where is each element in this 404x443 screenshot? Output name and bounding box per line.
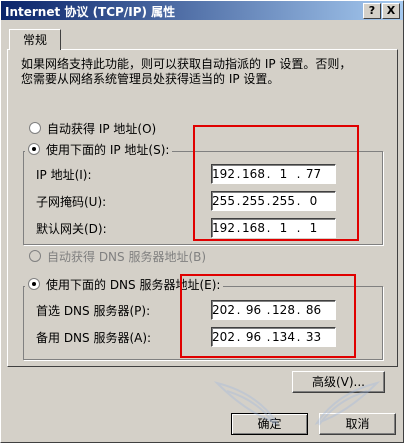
default-gateway-label: 默认网关(D):	[36, 222, 107, 236]
intro-text: 如果网络支持此功能，则可以获取自动指派的 IP 设置。否则， 您需要从网络系统管…	[21, 57, 381, 87]
ok-button[interactable]: 确定	[231, 413, 308, 435]
highlight-box-dns	[180, 274, 356, 358]
help-button[interactable]: ?	[363, 3, 381, 19]
title-bar[interactable]: Internet 协议 (TCP/IP) 属性 ? X	[1, 1, 403, 20]
radio-icon	[29, 250, 41, 262]
cancel-button[interactable]: 取消	[319, 413, 396, 435]
radio-checked-icon	[28, 143, 40, 155]
intro-line-2: 您需要从网络系统管理员处获得适当的 IP 设置。	[21, 72, 280, 86]
auto-dns-label: 自动获得 DNS 服务器地址(B)	[47, 250, 207, 264]
tcpip-properties-dialog: Internet 协议 (TCP/IP) 属性 ? X 常规 如果网络支持此功能…	[0, 0, 404, 443]
tab-general[interactable]: 常规	[9, 29, 61, 50]
window-title: Internet 协议 (TCP/IP) 属性	[5, 5, 176, 19]
radio-icon	[29, 122, 41, 134]
ip-address-label: IP 地址(I):	[36, 168, 92, 182]
alternate-dns-label: 备用 DNS 服务器(A):	[36, 331, 152, 345]
close-button[interactable]: X	[382, 3, 400, 19]
intro-line-1: 如果网络支持此功能，则可以获取自动指派的 IP 设置。否则，	[21, 57, 352, 71]
manual-ip-radio[interactable]: 使用下面的 IP 地址(S):	[25, 142, 173, 158]
auto-ip-radio[interactable]: 自动获得 IP 地址(O)	[29, 121, 156, 137]
auto-ip-label: 自动获得 IP 地址(O)	[47, 122, 157, 136]
subnet-mask-label: 子网掩码(U):	[36, 195, 107, 209]
advanced-button[interactable]: 高级(V)...	[292, 371, 385, 393]
highlight-box-ip	[193, 125, 359, 241]
preferred-dns-label: 首选 DNS 服务器(P):	[36, 304, 151, 318]
auto-dns-radio[interactable]: 自动获得 DNS 服务器地址(B)	[29, 249, 206, 265]
manual-ip-label: 使用下面的 IP 地址(S):	[46, 143, 170, 157]
radio-checked-icon	[28, 278, 40, 290]
